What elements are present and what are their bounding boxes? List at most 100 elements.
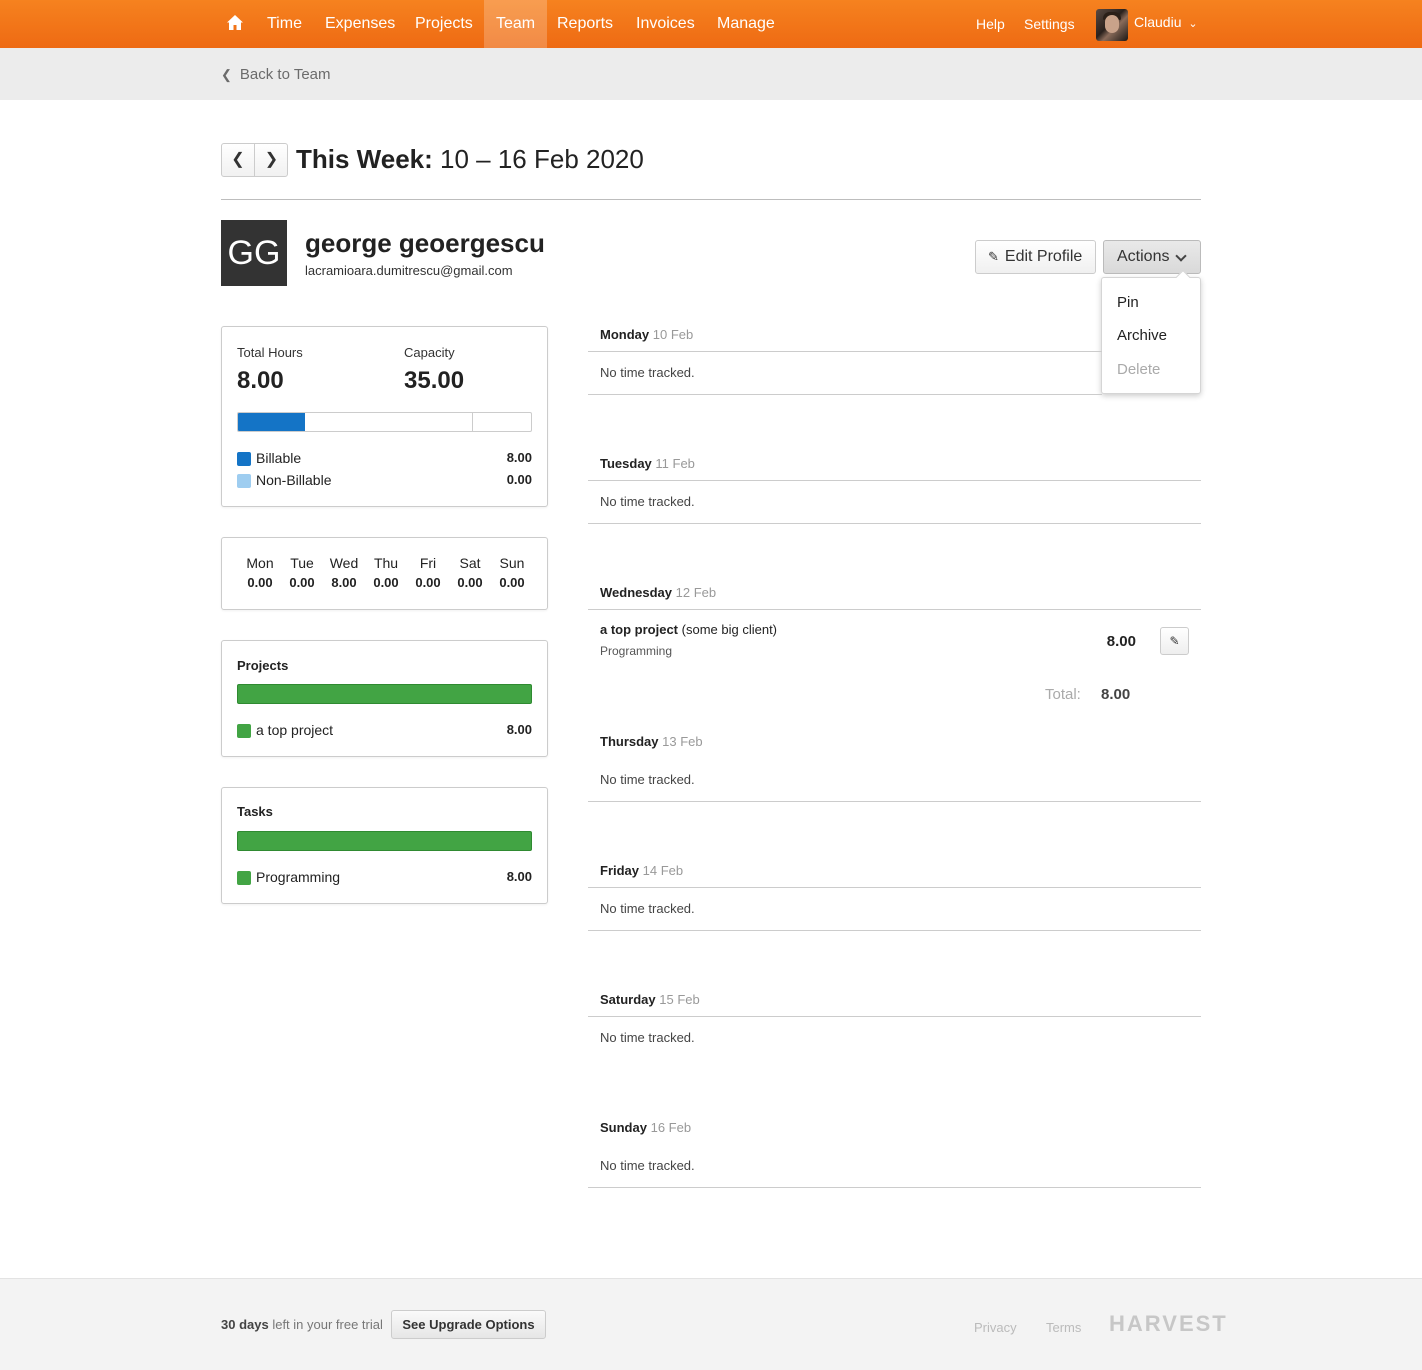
nav-settings[interactable]: Settings bbox=[1024, 0, 1075, 48]
total-hours-value: 8.00 bbox=[237, 367, 284, 394]
project-swatch bbox=[237, 724, 251, 738]
actions-button[interactable]: Actions bbox=[1103, 240, 1201, 274]
task-name: Programming bbox=[256, 869, 341, 885]
harvest-logo[interactable]: HARVEST bbox=[1109, 1311, 1228, 1337]
tasks-panel: Tasks Programming 8.00 bbox=[221, 787, 548, 904]
day-name: Friday bbox=[600, 863, 640, 878]
previous-week-button[interactable]: ❮ bbox=[222, 144, 255, 176]
day-header-sunday: Sunday 16 Feb bbox=[600, 1120, 691, 1135]
day-header-monday: Monday 10 Feb bbox=[600, 327, 693, 342]
hours-summary-panel: Total Hours 8.00 Capacity 35.00 Billable… bbox=[221, 326, 548, 507]
daily-hours-panel: Mon 0.00 Tue 0.00 Wed 8.00 Thu 0.00 Fri 0.00 … bbox=[221, 537, 548, 610]
nonbillable-swatch bbox=[237, 474, 251, 488]
projects-bar bbox=[237, 684, 532, 704]
nav-manage[interactable]: Manage bbox=[705, 0, 787, 48]
day-hours: 0.00 bbox=[457, 575, 483, 590]
task-row[interactable]: Programming 8.00 bbox=[237, 869, 532, 887]
entry-project-name: a top project bbox=[600, 622, 679, 637]
day-name: Wednesday bbox=[600, 585, 673, 600]
day-sun: Sun 0.00 bbox=[491, 555, 533, 590]
menu-item-delete: Delete bbox=[1117, 361, 1161, 378]
back-to-team-link[interactable]: ❮ Back to Team bbox=[221, 66, 331, 83]
person-avatar: GG bbox=[221, 220, 287, 286]
entry-task: Programming bbox=[600, 644, 673, 658]
tasks-bar bbox=[237, 831, 532, 851]
nav-invoices[interactable]: Invoices bbox=[624, 0, 707, 48]
projects-title: Projects bbox=[237, 658, 289, 673]
day-divider bbox=[588, 609, 1201, 610]
day-header-wednesday: Wednesday 12 Feb bbox=[600, 585, 716, 600]
day-name: Tue bbox=[290, 555, 314, 571]
sub-bar bbox=[0, 48, 1422, 100]
day-divider bbox=[588, 1187, 1201, 1188]
capacity-value: 35.00 bbox=[404, 367, 465, 394]
nav-help[interactable]: Help bbox=[976, 0, 1005, 48]
user-avatar[interactable] bbox=[1096, 9, 1128, 41]
day-divider bbox=[588, 801, 1201, 802]
entry-client: (some big client) bbox=[681, 622, 778, 637]
capacity-marker bbox=[472, 413, 473, 431]
day-hours: 0.00 bbox=[499, 575, 525, 590]
capacity-bar bbox=[237, 412, 532, 432]
day-fri: Fri 0.00 bbox=[407, 555, 449, 590]
projects-panel: Projects a top project 8.00 bbox=[221, 640, 548, 757]
day-name: Wed bbox=[329, 555, 359, 571]
trial-text: left in your free trial bbox=[272, 1317, 383, 1332]
day-wed: Wed 8.00 bbox=[323, 555, 365, 590]
privacy-link[interactable]: Privacy bbox=[974, 1320, 1017, 1335]
day-name: Thu bbox=[373, 555, 399, 571]
trial-days: 30 days bbox=[221, 1317, 269, 1332]
actions-dropdown: Pin Archive Delete bbox=[1101, 269, 1201, 394]
billable-swatch bbox=[237, 452, 251, 466]
day-mon: Mon 0.00 bbox=[239, 555, 281, 590]
user-menu[interactable]: Claudiu ⌄ bbox=[1134, 0, 1198, 46]
day-name: Thursday bbox=[600, 734, 659, 749]
divider bbox=[221, 199, 1201, 200]
edit-entry-button[interactable]: ✎ bbox=[1160, 627, 1189, 655]
no-time-text: No time tracked. bbox=[600, 1158, 695, 1173]
task-hours: 8.00 bbox=[506, 869, 532, 884]
nav-projects[interactable]: Projects bbox=[403, 0, 485, 48]
day-divider bbox=[588, 394, 1102, 395]
nav-time[interactable]: Time bbox=[255, 0, 314, 48]
day-date: 11 Feb bbox=[655, 456, 695, 471]
day-header-tuesday: Tuesday 11 Feb bbox=[600, 456, 695, 471]
day-divider bbox=[588, 930, 1201, 931]
day-hours: 0.00 bbox=[373, 575, 399, 590]
week-range: 10 – 16 Feb 2020 bbox=[440, 144, 644, 174]
day-date: 10 Feb bbox=[652, 327, 694, 342]
task-swatch bbox=[237, 871, 251, 885]
project-name: a top project bbox=[256, 722, 334, 738]
person-name: george geoergescu bbox=[305, 228, 545, 258]
day-divider bbox=[588, 1016, 1201, 1017]
terms-link[interactable]: Terms bbox=[1046, 1320, 1081, 1335]
home-icon[interactable] bbox=[226, 14, 244, 32]
user-name: Claudiu bbox=[1134, 14, 1182, 30]
billable-row: Billable 8.00 bbox=[237, 450, 532, 468]
project-hours: 8.00 bbox=[506, 722, 532, 737]
nav-expenses[interactable]: Expenses bbox=[313, 0, 407, 48]
capacity-label: Capacity bbox=[404, 345, 455, 360]
day-date: 13 Feb bbox=[662, 734, 703, 749]
trial-notice: 30 days left in your free trial bbox=[221, 1317, 383, 1332]
day-date: 12 Feb bbox=[675, 585, 717, 600]
nav-team[interactable]: Team bbox=[484, 0, 548, 48]
tasks-title: Tasks bbox=[237, 804, 273, 819]
menu-item-pin[interactable]: Pin bbox=[1117, 294, 1139, 311]
day-divider bbox=[588, 523, 1201, 524]
pencil-icon: ✎ bbox=[988, 249, 999, 264]
project-row[interactable]: a top project 8.00 bbox=[237, 722, 532, 740]
nonbillable-label: Non-Billable bbox=[256, 472, 332, 488]
chevron-down-icon: ⌄ bbox=[1188, 18, 1198, 30]
next-week-button[interactable]: ❯ bbox=[255, 144, 288, 176]
entry-hours: 8.00 bbox=[1106, 633, 1136, 650]
day-date: 15 Feb bbox=[659, 992, 700, 1007]
day-name: Mon bbox=[246, 555, 274, 571]
day-hours: 8.00 bbox=[331, 575, 357, 590]
day-header-saturday: Saturday 15 Feb bbox=[600, 992, 700, 1007]
edit-profile-button[interactable]: ✎ Edit Profile bbox=[975, 240, 1096, 274]
nav-reports[interactable]: Reports bbox=[545, 0, 625, 48]
no-time-text: No time tracked. bbox=[600, 1030, 695, 1045]
menu-item-archive[interactable]: Archive bbox=[1117, 327, 1167, 344]
upgrade-options-button[interactable]: See Upgrade Options bbox=[391, 1310, 546, 1339]
